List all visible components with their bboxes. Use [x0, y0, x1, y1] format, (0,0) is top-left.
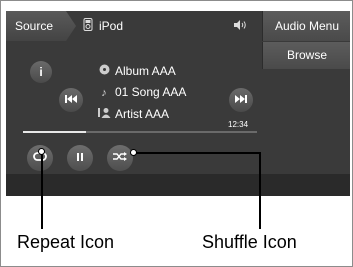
artist-row: Artist AAA [96, 107, 169, 121]
music-note-icon: ♪ [101, 87, 107, 99]
repeat-callout-dot [38, 148, 45, 155]
song-row: ♪ 01 Song AAA [96, 85, 186, 99]
ipod-icon [82, 18, 94, 34]
shuffle-callout-vertical [259, 152, 261, 229]
shuffle-callout-label: Shuffle Icon [202, 232, 297, 252]
song-name: 01 Song AAA [115, 85, 187, 99]
source-button-label: Source [15, 19, 54, 33]
source-button[interactable]: Source [6, 11, 76, 41]
artist-name: Artist AAA [115, 107, 170, 121]
pause-button[interactable] [67, 145, 93, 171]
shuffle-icon [113, 152, 127, 164]
progress-fill [23, 131, 87, 133]
info-button[interactable]: i [30, 61, 52, 83]
shuffle-button[interactable] [107, 145, 133, 171]
browse-button[interactable]: Browse [262, 42, 350, 69]
album-row: Album AAA [96, 64, 176, 78]
elapsed-time: 12:34 [228, 120, 249, 129]
bottom-bar [6, 174, 350, 196]
repeat-callout-label: Repeat Icon [17, 232, 115, 252]
figure-frame: Source iPod Audio Menu Browse i Album AA… [0, 0, 353, 267]
speaker-volume-icon [234, 20, 248, 33]
info-icon: i [39, 65, 43, 79]
skip-next-icon [235, 95, 247, 105]
skip-previous-icon [65, 95, 77, 105]
skip-next-button[interactable] [229, 88, 253, 112]
album-name: Album AAA [115, 64, 176, 78]
audio-screen: Source iPod Audio Menu Browse i Album AA… [6, 11, 350, 196]
shuffle-callout-horizontal [134, 152, 261, 154]
repeat-callout-line [41, 152, 43, 229]
source-name: iPod [99, 19, 124, 33]
progress-bar[interactable] [23, 131, 257, 133]
artist-icon [96, 107, 112, 121]
skip-previous-button[interactable] [59, 88, 83, 112]
pause-icon [77, 152, 83, 164]
audio-menu-button[interactable]: Audio Menu [262, 11, 350, 41]
top-bar: Source iPod Audio Menu [6, 11, 350, 41]
album-icon [96, 64, 112, 78]
shuffle-callout-dot [130, 149, 137, 156]
